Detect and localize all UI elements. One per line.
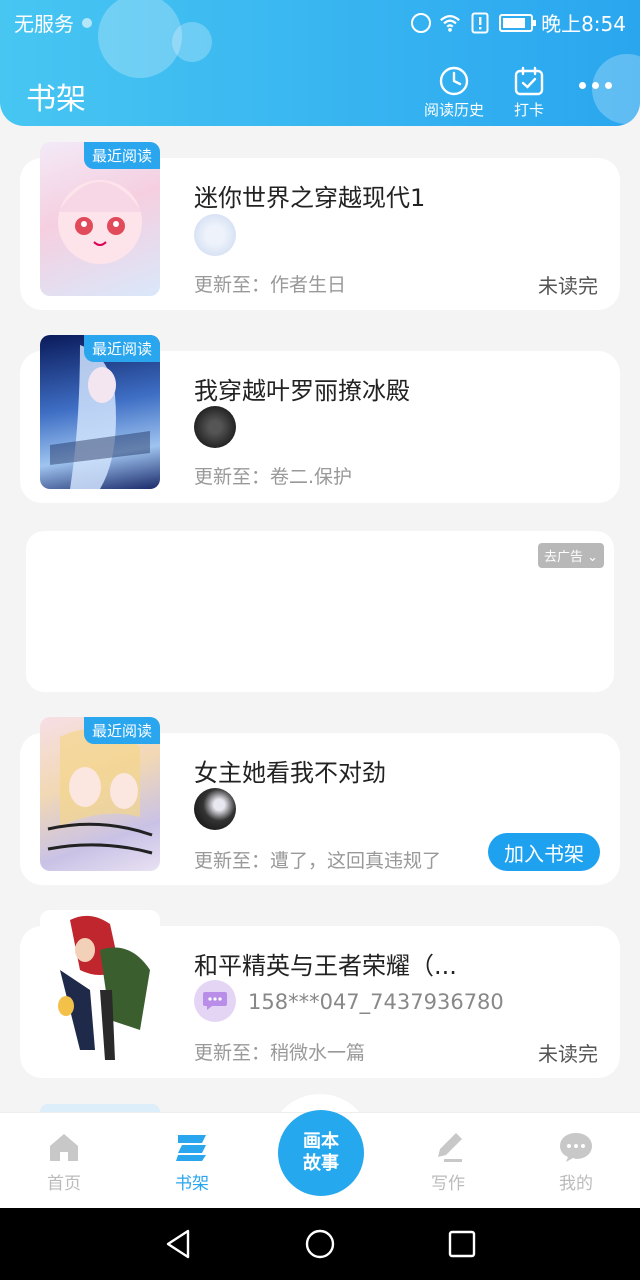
update-text: 更新至：作者生日 xyxy=(194,274,347,296)
decor-bubble xyxy=(592,54,640,124)
book-title[interactable]: 女主她看我不对劲 xyxy=(194,753,386,788)
recent-apps-icon[interactable] xyxy=(446,1228,478,1260)
nfc-icon xyxy=(82,17,92,28)
home-circle-icon[interactable] xyxy=(304,1228,336,1260)
pen-icon xyxy=(438,1133,462,1162)
status-bar: 无服务 晚上8:54 xyxy=(0,0,640,44)
clock-icon xyxy=(439,66,469,96)
app-header: 无服务 晚上8:54 书架 阅读历史 打卡 xyxy=(0,0,640,126)
add-to-shelf-button[interactable]: 加入书架 xyxy=(488,833,600,871)
nav-mine[interactable]: 我的 xyxy=(536,1131,616,1194)
calendar-check-icon xyxy=(514,66,544,96)
book-cover[interactable]: 最近阅读 xyxy=(40,717,160,871)
author-avatar[interactable] xyxy=(194,980,236,1022)
book-cover[interactable]: 最近阅读 xyxy=(40,335,160,489)
author-avatar[interactable] xyxy=(194,214,236,256)
bookshelf-icon xyxy=(176,1135,206,1161)
author-avatar[interactable] xyxy=(194,788,236,830)
read-status: 未读完 xyxy=(538,274,598,298)
nav-write-label: 写作 xyxy=(431,1174,465,1194)
center-button-line1: 画本 xyxy=(303,1131,339,1152)
remove-ad-label: 去广告 xyxy=(543,550,583,565)
update-text: 更新至：遭了，这回真违规了 xyxy=(194,850,442,872)
author-name[interactable]: 158***047_7437936780 xyxy=(248,990,504,1014)
update-text: 更新至：稍微水一篇 xyxy=(194,1042,366,1064)
chat-icon xyxy=(560,1133,592,1162)
carrier-text: 无服务 xyxy=(14,12,74,36)
recent-read-badge: 最近阅读 xyxy=(83,335,160,362)
center-button-line2: 故事 xyxy=(303,1153,339,1174)
book-title[interactable]: 和平精英与王者荣耀（... xyxy=(194,946,457,981)
page-title: 书架 xyxy=(26,82,86,117)
reading-history-label: 阅读历史 xyxy=(424,101,485,119)
reading-history-button[interactable]: 阅读历史 xyxy=(424,66,484,120)
book-cover[interactable] xyxy=(40,1104,160,1112)
back-icon[interactable] xyxy=(162,1228,194,1260)
book-cover[interactable] xyxy=(40,910,160,1064)
read-status: 未读完 xyxy=(538,1042,598,1066)
checkin-button[interactable]: 打卡 xyxy=(514,66,544,120)
nav-mine-label: 我的 xyxy=(559,1174,593,1194)
recent-read-badge: 最近阅读 xyxy=(83,717,160,744)
nav-shelf-label: 书架 xyxy=(175,1174,209,1194)
chevron-down-icon: ⌄ xyxy=(587,550,598,565)
clock-text: 晚上8:54 xyxy=(541,12,626,36)
sim-alert-icon xyxy=(471,12,489,33)
nav-shelf[interactable]: 书架 xyxy=(152,1131,232,1194)
home-icon xyxy=(50,1134,78,1161)
book-title[interactable]: 我穿越叶罗丽撩冰殿 xyxy=(194,371,410,406)
nav-write[interactable]: 写作 xyxy=(408,1131,488,1194)
picture-story-button[interactable]: 画本 故事 xyxy=(278,1110,364,1196)
update-text: 更新至：卷二.保护 xyxy=(194,466,353,488)
recent-read-badge: 最近阅读 xyxy=(83,142,160,169)
system-navigation-bar xyxy=(0,1208,640,1280)
nav-home[interactable]: 首页 xyxy=(24,1131,104,1194)
book-title[interactable]: 迷你世界之穿越现代1 xyxy=(194,178,425,213)
ad-slot: 去广告 ⌄ xyxy=(26,531,614,692)
wifi-icon xyxy=(440,14,460,32)
chat-bubble-icon xyxy=(203,992,227,1010)
nav-home-label: 首页 xyxy=(47,1174,81,1194)
remove-ad-button[interactable]: 去广告 ⌄ xyxy=(537,543,604,568)
more-menu-icon[interactable] xyxy=(579,82,612,89)
alarm-icon xyxy=(411,12,432,33)
author-avatar[interactable] xyxy=(194,406,236,448)
book-cover[interactable]: 最近阅读 xyxy=(40,142,160,296)
checkin-label: 打卡 xyxy=(514,101,545,119)
cover-illustration xyxy=(58,915,150,1060)
battery-icon xyxy=(499,13,537,32)
